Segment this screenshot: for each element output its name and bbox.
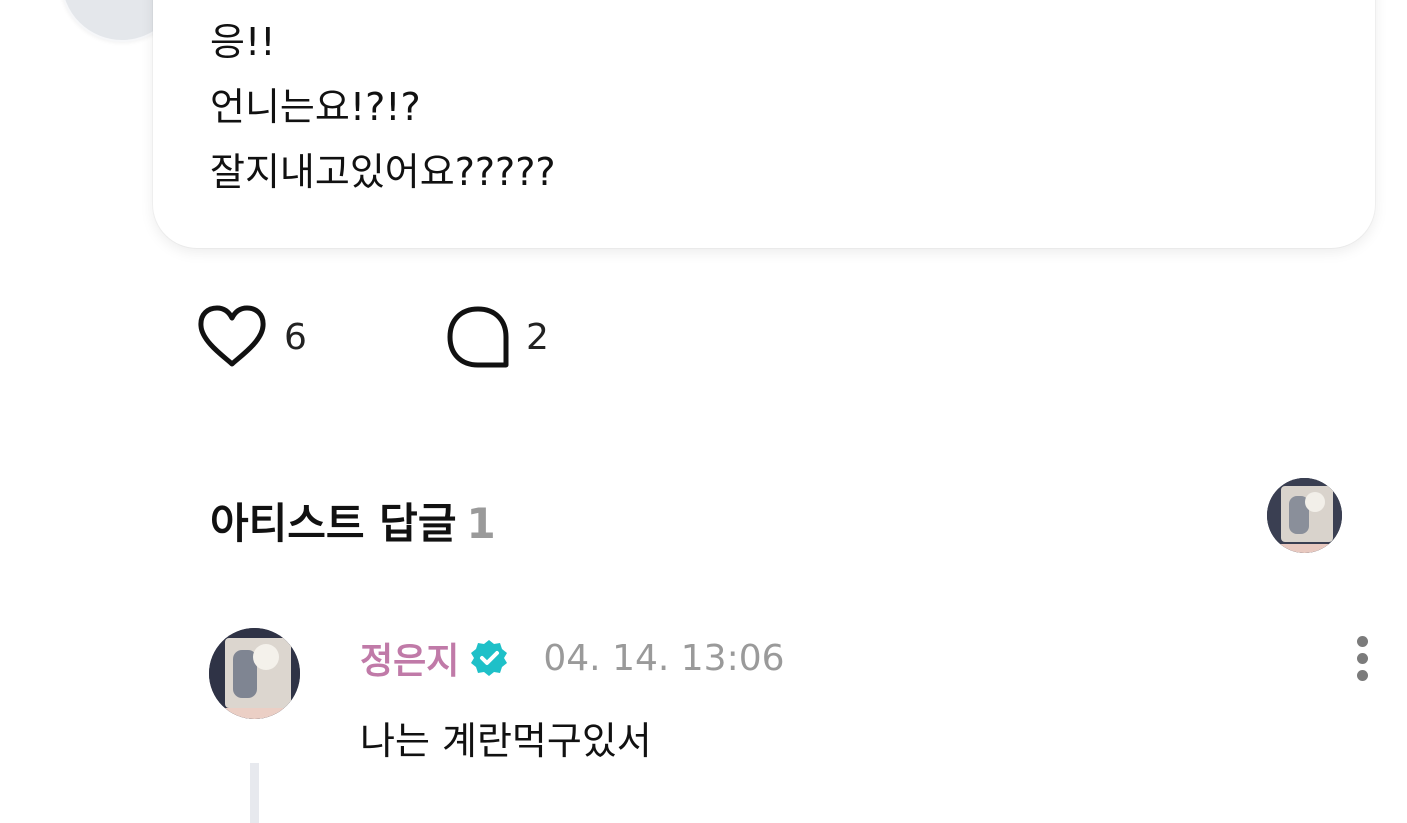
reply-thread-line <box>250 763 259 823</box>
post-message-text: 응!! 언니는요!?!? 잘지내고있어요????? <box>210 10 556 205</box>
like-count: 6 <box>284 316 307 358</box>
artist-avatar[interactable] <box>1267 478 1342 553</box>
heart-outline-icon <box>198 305 266 367</box>
speech-bubble-icon <box>447 306 509 368</box>
comment-button[interactable]: 2 <box>446 302 549 372</box>
post-line: 응!! <box>210 20 276 64</box>
like-button[interactable]: 6 <box>196 302 307 372</box>
comment-timestamp: 04. 14. 13:06 <box>543 637 785 679</box>
comment-author-name[interactable]: 정은지 <box>360 632 459 684</box>
verified-badge-icon <box>471 640 508 676</box>
comment-count: 2 <box>526 316 549 358</box>
artist-replies-title: 아티스트 답글 <box>210 499 457 548</box>
comment-text: 나는 계란먹구있서 <box>360 719 652 763</box>
more-vertical-icon[interactable] <box>1348 632 1378 684</box>
page: 응!! 언니는요!?!? 잘지내고있어요????? 6 2 아티스트 답글1 <box>0 0 1407 823</box>
post-line: 언니는요!?!? <box>210 85 421 129</box>
post-line: 잘지내고있어요????? <box>210 150 556 194</box>
comment-author-avatar[interactable] <box>209 628 300 719</box>
artist-replies-count: 1 <box>466 499 496 548</box>
artist-replies-heading: 아티스트 답글 1 <box>210 490 496 551</box>
comment-meta: 정은지 04. 14. 13:06 <box>360 632 785 684</box>
